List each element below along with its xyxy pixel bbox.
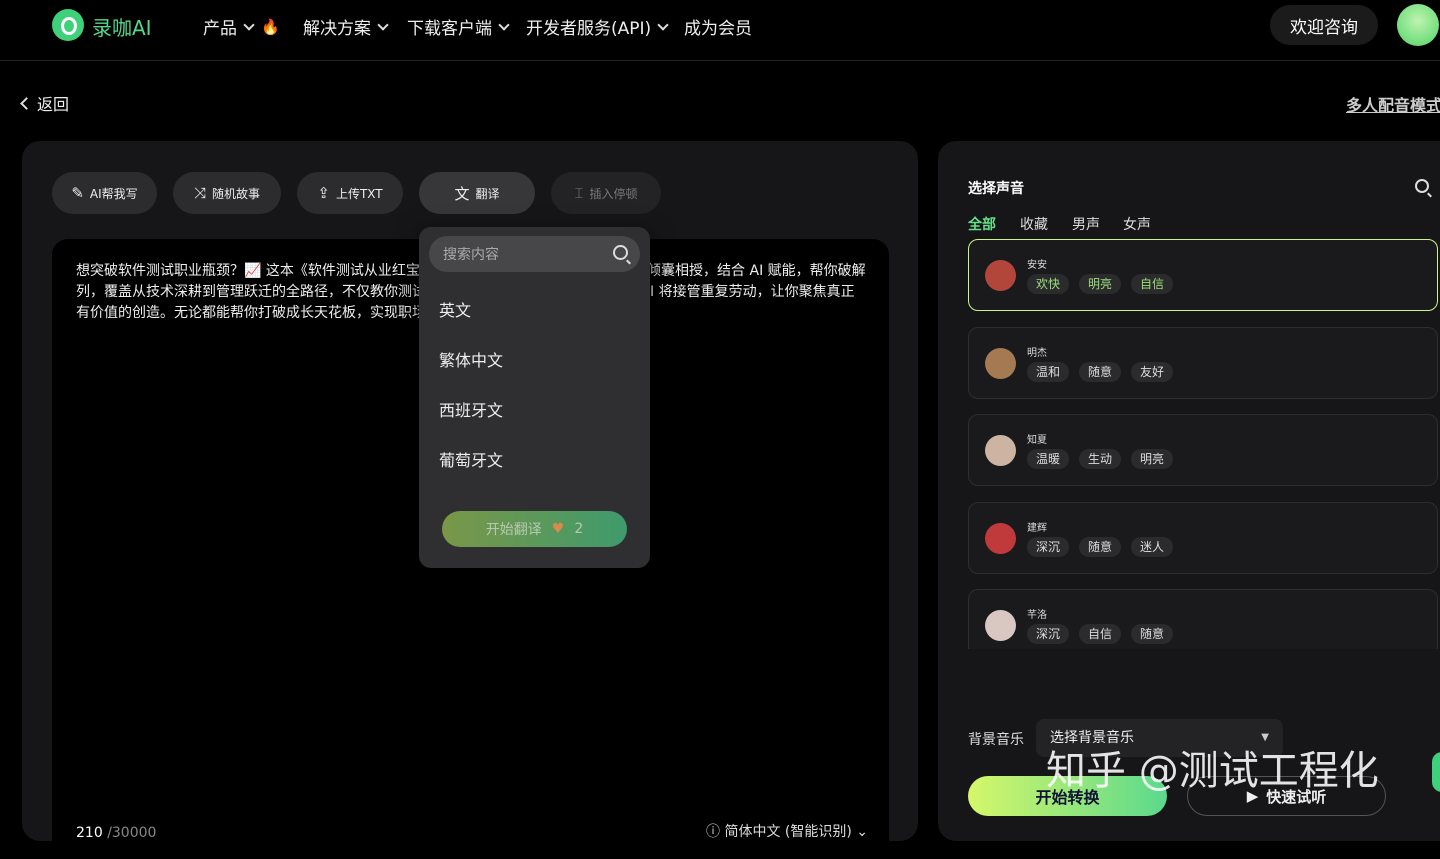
voice-tag: 深沉 bbox=[1027, 537, 1070, 557]
bgm-label: 背景音乐 bbox=[968, 732, 1024, 748]
translate-button[interactable]: 文翻译 bbox=[419, 172, 535, 214]
credit-icon: ♥ bbox=[551, 521, 565, 537]
voice-panel: 选择声音 全部 收藏 男声 女声 安安 欢快 明亮 自信 明杰 温和 随意 友好 知夏 … bbox=[938, 141, 1440, 841]
tab-male[interactable]: 男声 bbox=[1072, 214, 1100, 234]
avatar bbox=[985, 523, 1016, 554]
voice-tag: 自信 bbox=[1131, 274, 1174, 294]
translate-icon: 文 bbox=[454, 184, 470, 203]
nav-solutions[interactable]: 解决方案 bbox=[303, 14, 389, 39]
voice-tag: 明亮 bbox=[1131, 449, 1174, 469]
voice-tag: 随意 bbox=[1131, 624, 1174, 644]
start-translate-button[interactable]: 开始翻译 ♥ 2 bbox=[442, 511, 627, 547]
avatar bbox=[985, 260, 1016, 291]
nav-developer[interactable]: 开发者服务(API) bbox=[526, 14, 669, 39]
back-button[interactable]: 返回 bbox=[20, 91, 69, 115]
voice-tag: 温和 bbox=[1027, 362, 1070, 382]
chevron-down-icon bbox=[243, 18, 255, 31]
translate-option-english[interactable]: 英文 bbox=[439, 297, 471, 321]
tab-female[interactable]: 女声 bbox=[1123, 214, 1151, 234]
chevron-down-icon bbox=[498, 18, 510, 31]
ai-write-button[interactable]: ✎ AI帮我写 bbox=[52, 172, 157, 214]
fire-icon: 🔥 bbox=[261, 17, 280, 36]
translate-option-spanish[interactable]: 西班牙文 bbox=[439, 397, 503, 421]
upload-txt-button[interactable]: ⇪ 上传TXT bbox=[297, 172, 403, 214]
nav-membership[interactable]: 成为会员 bbox=[684, 14, 752, 39]
upload-icon: ⇪ bbox=[317, 184, 330, 202]
brand-logo-icon[interactable] bbox=[52, 9, 84, 41]
voice-name: 芊洛 bbox=[1027, 610, 1047, 621]
avatar bbox=[985, 610, 1016, 641]
voice-tag: 迷人 bbox=[1131, 537, 1174, 557]
voice-card[interactable]: 安安 欢快 明亮 自信 bbox=[968, 239, 1438, 311]
voice-tag: 随意 bbox=[1079, 362, 1122, 382]
text-cursor-icon: ⌶ bbox=[574, 184, 584, 202]
avatar bbox=[985, 348, 1016, 379]
voice-card[interactable]: 建辉 深沉 随意 迷人 bbox=[968, 502, 1438, 574]
insert-pause-button[interactable]: ⌶ 插入停顿 bbox=[551, 172, 661, 214]
translate-dropdown: 搜索内容 英文 繁体中文 西班牙文 葡萄牙文 开始翻译 ♥ 2 bbox=[419, 227, 650, 568]
consult-button[interactable]: 欢迎咨询 bbox=[1270, 5, 1378, 45]
voice-tag: 友好 bbox=[1131, 362, 1174, 382]
voice-card[interactable]: 明杰 温和 随意 友好 bbox=[968, 327, 1438, 399]
magic-wand-icon: ✎ bbox=[71, 184, 84, 202]
floating-help-button[interactable] bbox=[1432, 752, 1440, 792]
translate-search-input[interactable]: 搜索内容 bbox=[429, 236, 640, 272]
multi-voice-mode-link[interactable]: 多人配音模式 bbox=[1346, 92, 1440, 116]
voice-tag: 生动 bbox=[1079, 449, 1122, 469]
user-avatar[interactable] bbox=[1397, 4, 1439, 46]
voice-card[interactable]: 知夏 温暖 生动 明亮 bbox=[968, 414, 1438, 486]
voice-name: 明杰 bbox=[1027, 348, 1047, 359]
char-count: 210 /30000 bbox=[76, 825, 157, 841]
chevron-down-icon bbox=[657, 18, 669, 31]
search-icon[interactable] bbox=[1415, 179, 1429, 193]
avatar bbox=[985, 435, 1016, 466]
random-story-button[interactable]: ⤨ 随机故事 bbox=[173, 172, 281, 214]
voice-name: 安安 bbox=[1027, 260, 1047, 271]
voice-card[interactable]: 芊洛 深沉 自信 随意 bbox=[968, 589, 1438, 649]
voice-tag: 温暖 bbox=[1027, 449, 1070, 469]
voice-name: 建辉 bbox=[1027, 523, 1047, 534]
voice-tag: 欢快 bbox=[1027, 274, 1070, 294]
voice-tag: 自信 bbox=[1079, 624, 1122, 644]
voice-tag: 深沉 bbox=[1027, 624, 1070, 644]
tab-favorites[interactable]: 收藏 bbox=[1020, 214, 1048, 234]
voice-tag: 随意 bbox=[1079, 537, 1122, 557]
voice-name: 知夏 bbox=[1027, 435, 1047, 446]
translate-option-portuguese[interactable]: 葡萄牙文 bbox=[439, 447, 503, 471]
translate-option-traditional-chinese[interactable]: 繁体中文 bbox=[439, 347, 503, 371]
nav-products[interactable]: 产品 🔥 bbox=[203, 14, 280, 40]
language-detect-selector[interactable]: ⓘ 简体中文 (智能识别) ⌄ bbox=[706, 821, 868, 841]
watermark: 知乎 @测试工程化 bbox=[1046, 748, 1379, 794]
chevron-down-icon bbox=[377, 18, 389, 31]
voice-tag: 明亮 bbox=[1079, 274, 1122, 294]
voice-panel-title: 选择声音 bbox=[968, 181, 1024, 197]
shuffle-icon: ⤨ bbox=[193, 184, 206, 202]
top-navbar: 录咖AI 产品 🔥 解决方案 下载客户端 开发者服务(API) 成为会员 欢迎咨询 bbox=[0, 0, 1440, 61]
nav-download[interactable]: 下载客户端 bbox=[407, 14, 510, 39]
brand-name[interactable]: 录咖AI bbox=[92, 12, 152, 41]
tab-all[interactable]: 全部 bbox=[968, 214, 996, 234]
chevron-left-icon bbox=[20, 96, 33, 110]
search-icon bbox=[613, 245, 628, 260]
